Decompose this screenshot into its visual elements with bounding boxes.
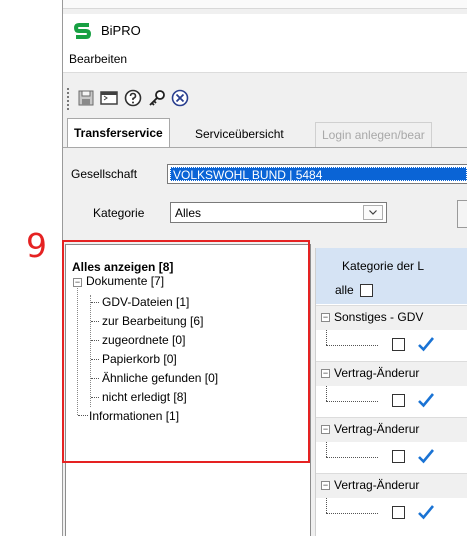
row-checkbox[interactable] [392,450,405,463]
tree-line [326,442,327,457]
gesellschaft-selected-value[interactable]: VOLKSWOHL BUND | 5484 [170,167,467,182]
title-bar: BiPRO [63,14,467,44]
step-number-annotation: 9 [26,226,47,265]
grid-group-row[interactable]: − Sonstiges - GDV [316,305,467,331]
gesellschaft-field[interactable]: VOLKSWOHL BUND | 5484 [167,164,467,184]
tree-line [326,386,327,401]
grid-group-row[interactable]: − Vertrag-Änderur [316,361,467,387]
close-icon[interactable] [170,88,190,108]
collapse-icon[interactable]: − [321,425,330,434]
tree-line [326,345,378,346]
row-checkbox[interactable] [392,394,405,407]
grid-row [316,330,467,360]
collapse-icon[interactable]: − [321,481,330,490]
row-checkbox[interactable] [392,338,405,351]
grid-group-label: Vertrag-Änderur [334,422,420,436]
check-icon [418,505,435,520]
tree-line [326,457,378,458]
key-icon[interactable] [147,88,167,108]
tab-transferservice[interactable]: Transferservice [67,118,170,147]
save-icon[interactable] [76,88,96,108]
window-icon[interactable] [99,88,119,108]
tree-line [326,401,378,402]
collapse-icon[interactable]: − [321,313,330,322]
menu-bar: Bearbeiten [63,44,467,73]
grid-header: Kategorie der L alle [316,248,467,304]
highlight-annotation-box [62,240,310,463]
window-top-strip [63,0,467,9]
tree-line [326,513,378,514]
gesellschaft-label: Gesellschaft [71,167,138,181]
grid-row [316,442,467,472]
partial-button[interactable] [457,200,467,228]
grid-group-label: Sonstiges - GDV [334,310,424,324]
kategorie-value: Alles [175,206,202,220]
menu-bearbeiten[interactable]: Bearbeiten [69,52,127,66]
documents-grid: Kategorie der L alle − Sonstiges - GDV − [315,248,467,536]
check-icon [418,393,435,408]
grid-row [316,498,467,528]
grid-row [316,386,467,416]
grid-group-row[interactable]: − Vertrag-Änderur [316,417,467,443]
toolbar-grip[interactable] [67,88,72,110]
grid-group-row[interactable]: − Vertrag-Änderur [316,473,467,499]
grid-column-header[interactable]: Kategorie der L [342,259,424,273]
chevron-down-icon [369,210,377,215]
tree-line [326,330,327,345]
kategorie-label: Kategorie [93,206,145,220]
tree-line [326,498,327,513]
collapse-icon[interactable]: − [321,369,330,378]
app-title: BiPRO [101,23,141,38]
check-icon [418,337,435,352]
alle-checkbox[interactable] [360,284,373,297]
help-icon[interactable] [123,88,143,108]
grid-group-label: Vertrag-Änderur [334,366,420,380]
kategorie-dropdown[interactable]: Alles [170,202,387,223]
bipro-logo-icon [74,23,92,39]
check-icon [418,449,435,464]
tab-strip: Transferservice Serviceübersicht Login a… [63,118,467,148]
kategorie-dropdown-button[interactable] [363,205,383,220]
alle-label: alle [335,283,354,297]
tab-serviceuebersicht[interactable]: Serviceübersicht [189,122,290,146]
row-checkbox[interactable] [392,506,405,519]
grid-group-label: Vertrag-Änderur [334,478,420,492]
tab-login-anlegen[interactable]: Login anlegen/bear [315,122,432,147]
toolbar [63,82,467,114]
